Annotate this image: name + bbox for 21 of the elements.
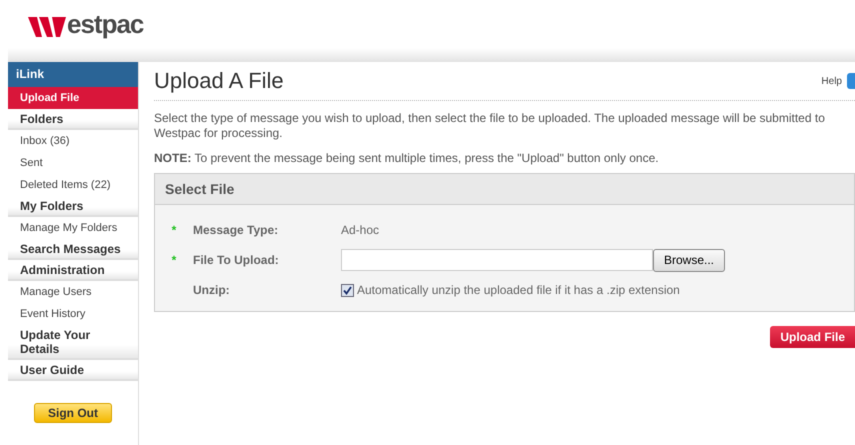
panel-title: Select File [165,181,234,197]
logo-text: estpac [67,11,144,37]
unzip-checkbox[interactable] [341,284,354,296]
field-value: Ad-hoc [341,223,380,237]
field-label: Unzip: [193,283,231,297]
checkbox-label: Automatically unzip the uploaded file if it has a .zip extension [357,283,680,297]
page-title: Upload A File [154,68,284,94]
logo-w-icon [28,17,66,37]
file-field[interactable] [341,249,653,271]
sidebar-title: iLink [8,62,138,87]
field-label: File To Upload: [193,253,280,267]
note-text: NOTE: To prevent the message being sent multiple times, press the "Upload" button only once. [154,151,660,166]
required-marker: * [170,253,178,267]
browse-button[interactable]: Browse... [653,248,726,272]
field-label: Message Type: [193,223,280,237]
help-link[interactable]: Help [821,76,842,86]
sign-out-button[interactable]: Sign Out [34,403,112,423]
sidebar-item[interactable]: Upload File [8,87,138,109]
required-marker: * [170,223,178,237]
upload-file-button[interactable]: Upload File [770,326,855,348]
intro-text: Select the type of message you wish to upload, then select the file to be uploaded. The uploaded message will be submitted to Westpac for processing. [154,111,826,141]
